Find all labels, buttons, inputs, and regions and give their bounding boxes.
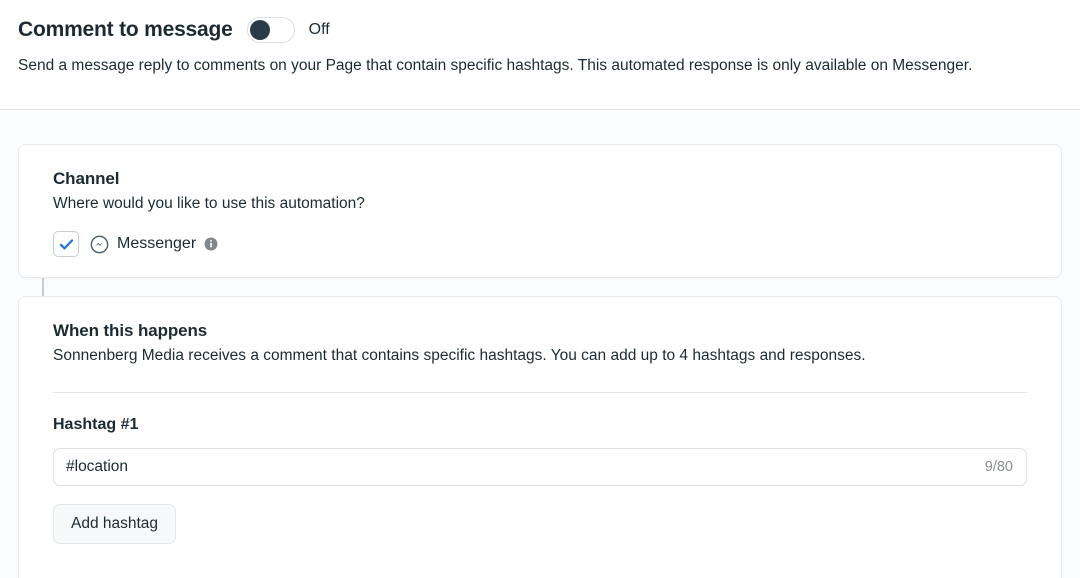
trigger-card-divider [53,392,1027,393]
messenger-label-group: Messenger [90,233,218,255]
hashtag-field-label: Hashtag #1 [53,414,1027,436]
hashtag-char-count: 9/80 [977,457,1013,477]
channel-card-heading: Channel [53,167,1027,190]
messenger-name: Messenger [117,233,196,255]
hashtag-input[interactable] [66,457,977,477]
trigger-card: When this happens Sonnenberg Media recei… [18,296,1062,578]
messenger-checkbox[interactable] [53,231,79,257]
info-icon[interactable] [204,237,218,251]
add-hashtag-button[interactable]: Add hashtag [53,504,176,544]
channel-card: Channel Where would you like to use this… [18,144,1062,278]
page-description: Send a message reply to comments on your… [18,55,1062,77]
automation-header: Comment to message Off Send a message re… [0,0,1080,110]
comment-to-message-toggle[interactable] [247,17,295,43]
toggle-state-label: Off [309,16,330,44]
page-title: Comment to message [18,16,233,44]
title-row: Comment to message Off [18,16,1062,44]
trigger-card-heading: When this happens [53,319,1027,342]
channel-option-messenger[interactable]: Messenger [53,231,1027,257]
automation-body: Channel Where would you like to use this… [0,110,1080,578]
messenger-icon [90,235,109,254]
checkmark-icon [58,236,75,253]
toggle-knob [250,20,270,40]
hashtag-input-wrapper[interactable]: 9/80 [53,448,1027,486]
trigger-card-subheading: Sonnenberg Media receives a comment that… [53,345,1027,366]
channel-card-subheading: Where would you like to use this automat… [53,193,1027,214]
